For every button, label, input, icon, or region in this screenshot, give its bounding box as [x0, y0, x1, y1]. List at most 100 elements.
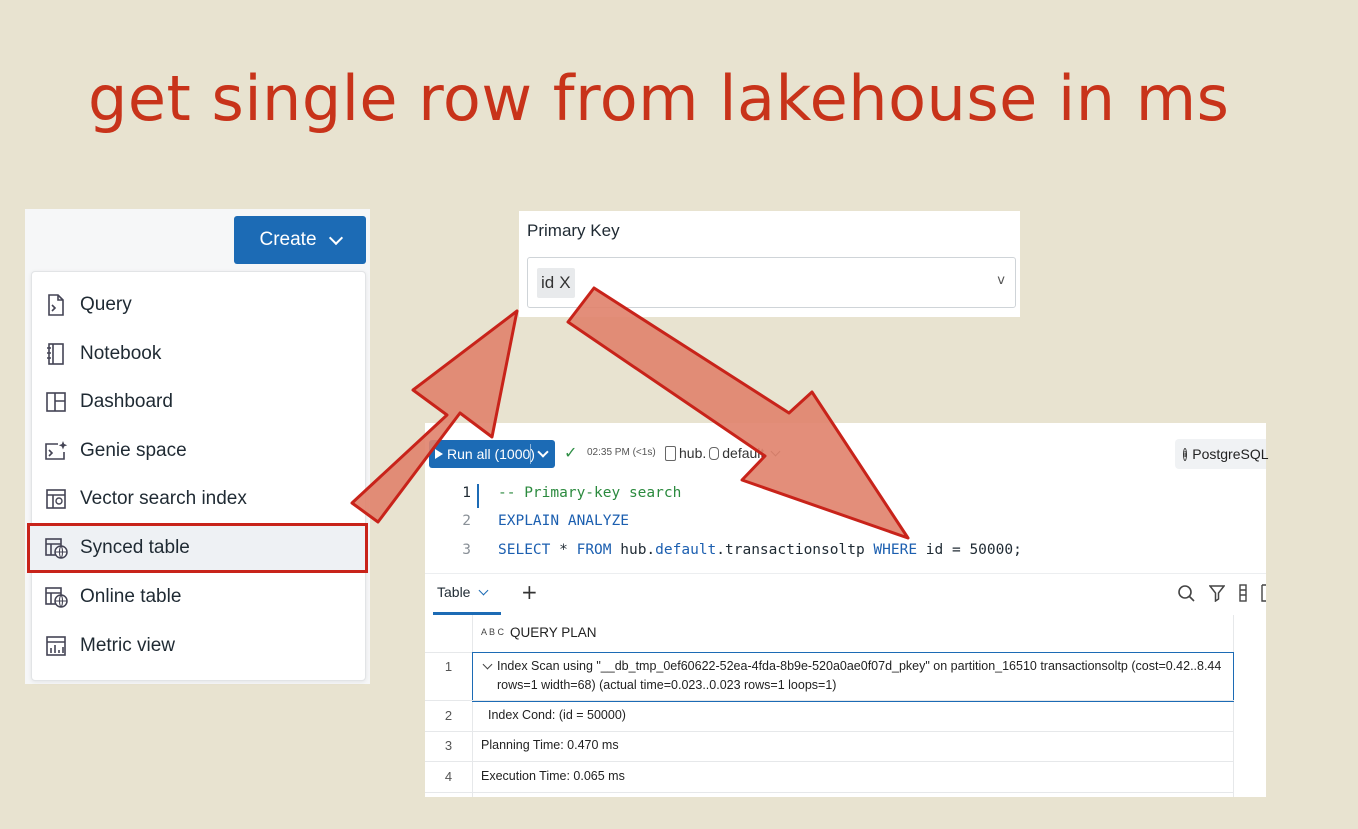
- row-number: 3: [444, 738, 453, 753]
- plan-text: Planning Time: 0.470 ms: [481, 738, 619, 752]
- query-file-icon: [44, 293, 68, 317]
- caret-down-icon[interactable]: v: [997, 273, 1005, 288]
- plan-text: Index Scan using "__db_tmp_0ef60622-52ea…: [497, 659, 1222, 673]
- menu-item-label: Online table: [80, 586, 182, 607]
- create-menu-panel: Create Query Notebook Dashboard Genie sp…: [25, 209, 370, 684]
- code-keyword: FROM: [576, 542, 612, 558]
- table-row: 2 Index Cond: (id = 50000): [425, 700, 1234, 732]
- run-all-label: Run all (1000): [447, 446, 535, 462]
- line-number: 3: [462, 542, 471, 558]
- code-line: 3 SELECT * FROM hub.default.transactions…: [425, 538, 1266, 566]
- code-line: 1 -- Primary-key search: [425, 481, 1266, 509]
- menu-item-notebook[interactable]: Notebook: [32, 330, 365, 378]
- code-comment: -- Primary-key search: [498, 485, 682, 501]
- code-text: .transactionsoltp: [716, 542, 874, 558]
- menu-item-label: Query: [80, 294, 132, 315]
- primary-key-select[interactable]: id X v: [527, 257, 1016, 308]
- expand-chevron-icon[interactable]: [482, 659, 493, 670]
- slide-title: get single row from lakehouse in ms: [88, 62, 1230, 135]
- menu-item-vector-search-index[interactable]: Vector search index: [32, 475, 365, 523]
- table-row: 4 Execution Time: 0.065 ms: [425, 762, 1234, 793]
- chevron-down-icon: [770, 446, 781, 456]
- tab-table[interactable]: Table: [437, 584, 489, 600]
- menu-item-online-table[interactable]: Online table: [32, 573, 365, 621]
- info-icon: i: [1183, 447, 1188, 461]
- row-number: 2: [444, 708, 453, 723]
- catalog-icon: [665, 445, 676, 461]
- database-icon: [709, 446, 720, 460]
- table-row: 1 Index Scan using "__db_tmp_0ef60622-52…: [425, 653, 1234, 700]
- chevron-down-icon[interactable]: [479, 585, 489, 595]
- row-number: 1: [444, 659, 453, 674]
- menu-item-label: Notebook: [80, 343, 162, 364]
- catalog-schema-selector[interactable]: hub. default: [665, 445, 781, 461]
- filter-icon[interactable]: [1208, 584, 1226, 606]
- menu-item-query[interactable]: Query: [32, 281, 365, 329]
- menu-item-label: Synced table: [80, 537, 190, 558]
- code-keyword: SELECT: [498, 542, 551, 558]
- plan-text-wrapped: rows=1 width=68) (actual time=0.023..0.0…: [497, 678, 837, 692]
- create-button-label: Create: [259, 229, 317, 250]
- plan-text: Index Cond: (id = 50000): [488, 708, 626, 722]
- catalog-name: hub.: [679, 445, 707, 461]
- sql-editor-panel: Run all (1000) ✓ 02:35 PM (<1s) hub. def…: [425, 423, 1269, 797]
- create-dropdown-menu: Query Notebook Dashboard Genie space Vec…: [27, 271, 368, 681]
- code-statement: SELECT * FROM hub.default.transactionsol…: [498, 542, 1022, 558]
- menu-item-label: Vector search index: [80, 488, 247, 509]
- vector-search-icon: [44, 487, 68, 511]
- column-settings-icon[interactable]: [1239, 584, 1247, 606]
- check-icon: ✓: [564, 443, 578, 462]
- editor-active-line-marker: [477, 484, 479, 508]
- code-text: hub.: [611, 542, 656, 558]
- menu-item-genie-space[interactable]: Genie space: [32, 427, 365, 475]
- run-all-button[interactable]: Run all (1000): [429, 440, 555, 468]
- run-timestamp: 02:35 PM (<1s): [587, 447, 656, 458]
- synced-table-icon: [44, 536, 68, 560]
- chevron-down-icon: [328, 230, 343, 245]
- create-button[interactable]: Create: [234, 216, 366, 264]
- code-text: id = 50000;: [917, 542, 1022, 558]
- button-divider: [530, 444, 531, 464]
- metric-view-icon: [44, 634, 68, 658]
- chevron-down-icon[interactable]: [537, 446, 549, 458]
- genie-space-icon: [44, 439, 68, 463]
- line-number: 2: [462, 513, 471, 529]
- menu-item-label: Metric view: [80, 635, 176, 656]
- panel-toggle-icon[interactable]: [1261, 584, 1266, 606]
- dashboard-icon: [44, 390, 68, 414]
- table-row: 3 Planning Time: 0.470 ms: [425, 731, 1234, 762]
- plan-line: Index Scan using "__db_tmp_0ef60622-52ea…: [482, 659, 1221, 673]
- results-table: A B C QUERY PLAN 1 Index Scan using "__d…: [425, 615, 1266, 797]
- primary-key-chip: id X: [537, 268, 575, 298]
- schema-name: default: [722, 445, 765, 461]
- code-keyword: EXPLAIN ANALYZE: [498, 513, 629, 529]
- code-line: 2 EXPLAIN ANALYZE: [425, 509, 1266, 537]
- menu-item-label: Genie space: [80, 440, 187, 461]
- menu-item-synced-table[interactable]: Synced table: [27, 523, 368, 573]
- engine-name: PostgreSQL: [1192, 446, 1269, 462]
- code-keyword: default: [655, 542, 717, 558]
- code-editor[interactable]: 1 -- Primary-key search 2 EXPLAIN ANALYZ…: [425, 481, 1266, 573]
- notebook-icon: [44, 342, 68, 366]
- menu-item-label: Dashboard: [80, 391, 173, 412]
- primary-key-label: Primary Key: [527, 221, 620, 240]
- results-tabbar: Table +: [425, 573, 1266, 616]
- search-icon[interactable]: [1177, 584, 1195, 606]
- engine-badge[interactable]: i PostgreSQL: [1175, 439, 1269, 469]
- play-icon: [435, 449, 443, 459]
- table-header-row: A B C QUERY PLAN: [425, 615, 1234, 653]
- tab-label: Table: [437, 584, 471, 600]
- chip-remove-icon[interactable]: X: [559, 273, 570, 293]
- add-tab-button[interactable]: +: [521, 580, 538, 604]
- menu-item-dashboard[interactable]: Dashboard: [32, 378, 365, 426]
- results-toolbar: [1177, 584, 1266, 606]
- online-table-icon: [44, 585, 68, 609]
- code-keyword: WHERE: [873, 542, 918, 558]
- menu-item-metric-view[interactable]: Metric view: [32, 622, 365, 670]
- plan-text: Execution Time: 0.065 ms: [481, 769, 625, 783]
- column-header-label: QUERY PLAN: [510, 625, 597, 640]
- primary-key-panel: Primary Key id X v: [519, 211, 1020, 317]
- column-header-query-plan[interactable]: A B C QUERY PLAN: [481, 625, 597, 640]
- string-type-icon: A B C: [481, 627, 505, 637]
- line-number: 1: [462, 485, 471, 501]
